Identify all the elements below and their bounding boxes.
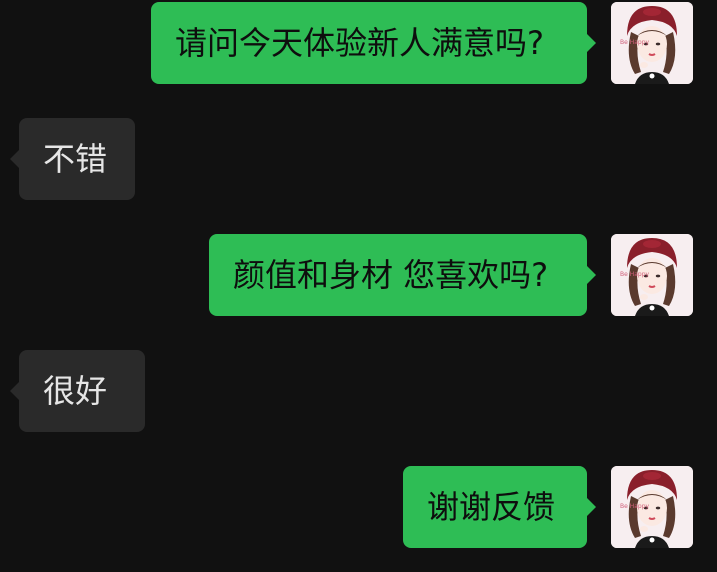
received-message-bubble[interactable]: 很好 bbox=[10, 350, 145, 432]
message-text: 很好 bbox=[43, 372, 108, 410]
user-avatar[interactable]: Be Happy bbox=[611, 466, 693, 548]
avatar-badge-text: Be Happy bbox=[620, 503, 650, 510]
user-avatar[interactable]: Be Happy bbox=[611, 234, 693, 316]
avatar-badge-text: Be Happy bbox=[620, 271, 650, 278]
message-text: 不错 bbox=[43, 140, 108, 178]
user-avatar[interactable]: Be Happy bbox=[611, 2, 693, 84]
avatar-badge-text: Be Happy bbox=[620, 39, 650, 46]
message-text: 颜值和身材 您喜欢吗? bbox=[233, 256, 549, 294]
message-text: 谢谢反馈 bbox=[427, 488, 556, 526]
received-message-bubble[interactable]: 不错 bbox=[10, 118, 135, 200]
girl-avatar-icon: Be Happy bbox=[611, 234, 693, 316]
message-text: 请问今天体验新人满意吗? bbox=[175, 24, 544, 62]
girl-avatar-icon: Be Happy bbox=[611, 2, 693, 84]
sent-message-bubble[interactable]: 谢谢反馈 bbox=[403, 466, 596, 548]
sent-message-bubble[interactable]: 请问今天体验新人满意吗? bbox=[151, 2, 596, 84]
girl-avatar-icon: Be Happy bbox=[611, 466, 693, 548]
sent-message-bubble[interactable]: 颜值和身材 您喜欢吗? bbox=[209, 234, 596, 316]
